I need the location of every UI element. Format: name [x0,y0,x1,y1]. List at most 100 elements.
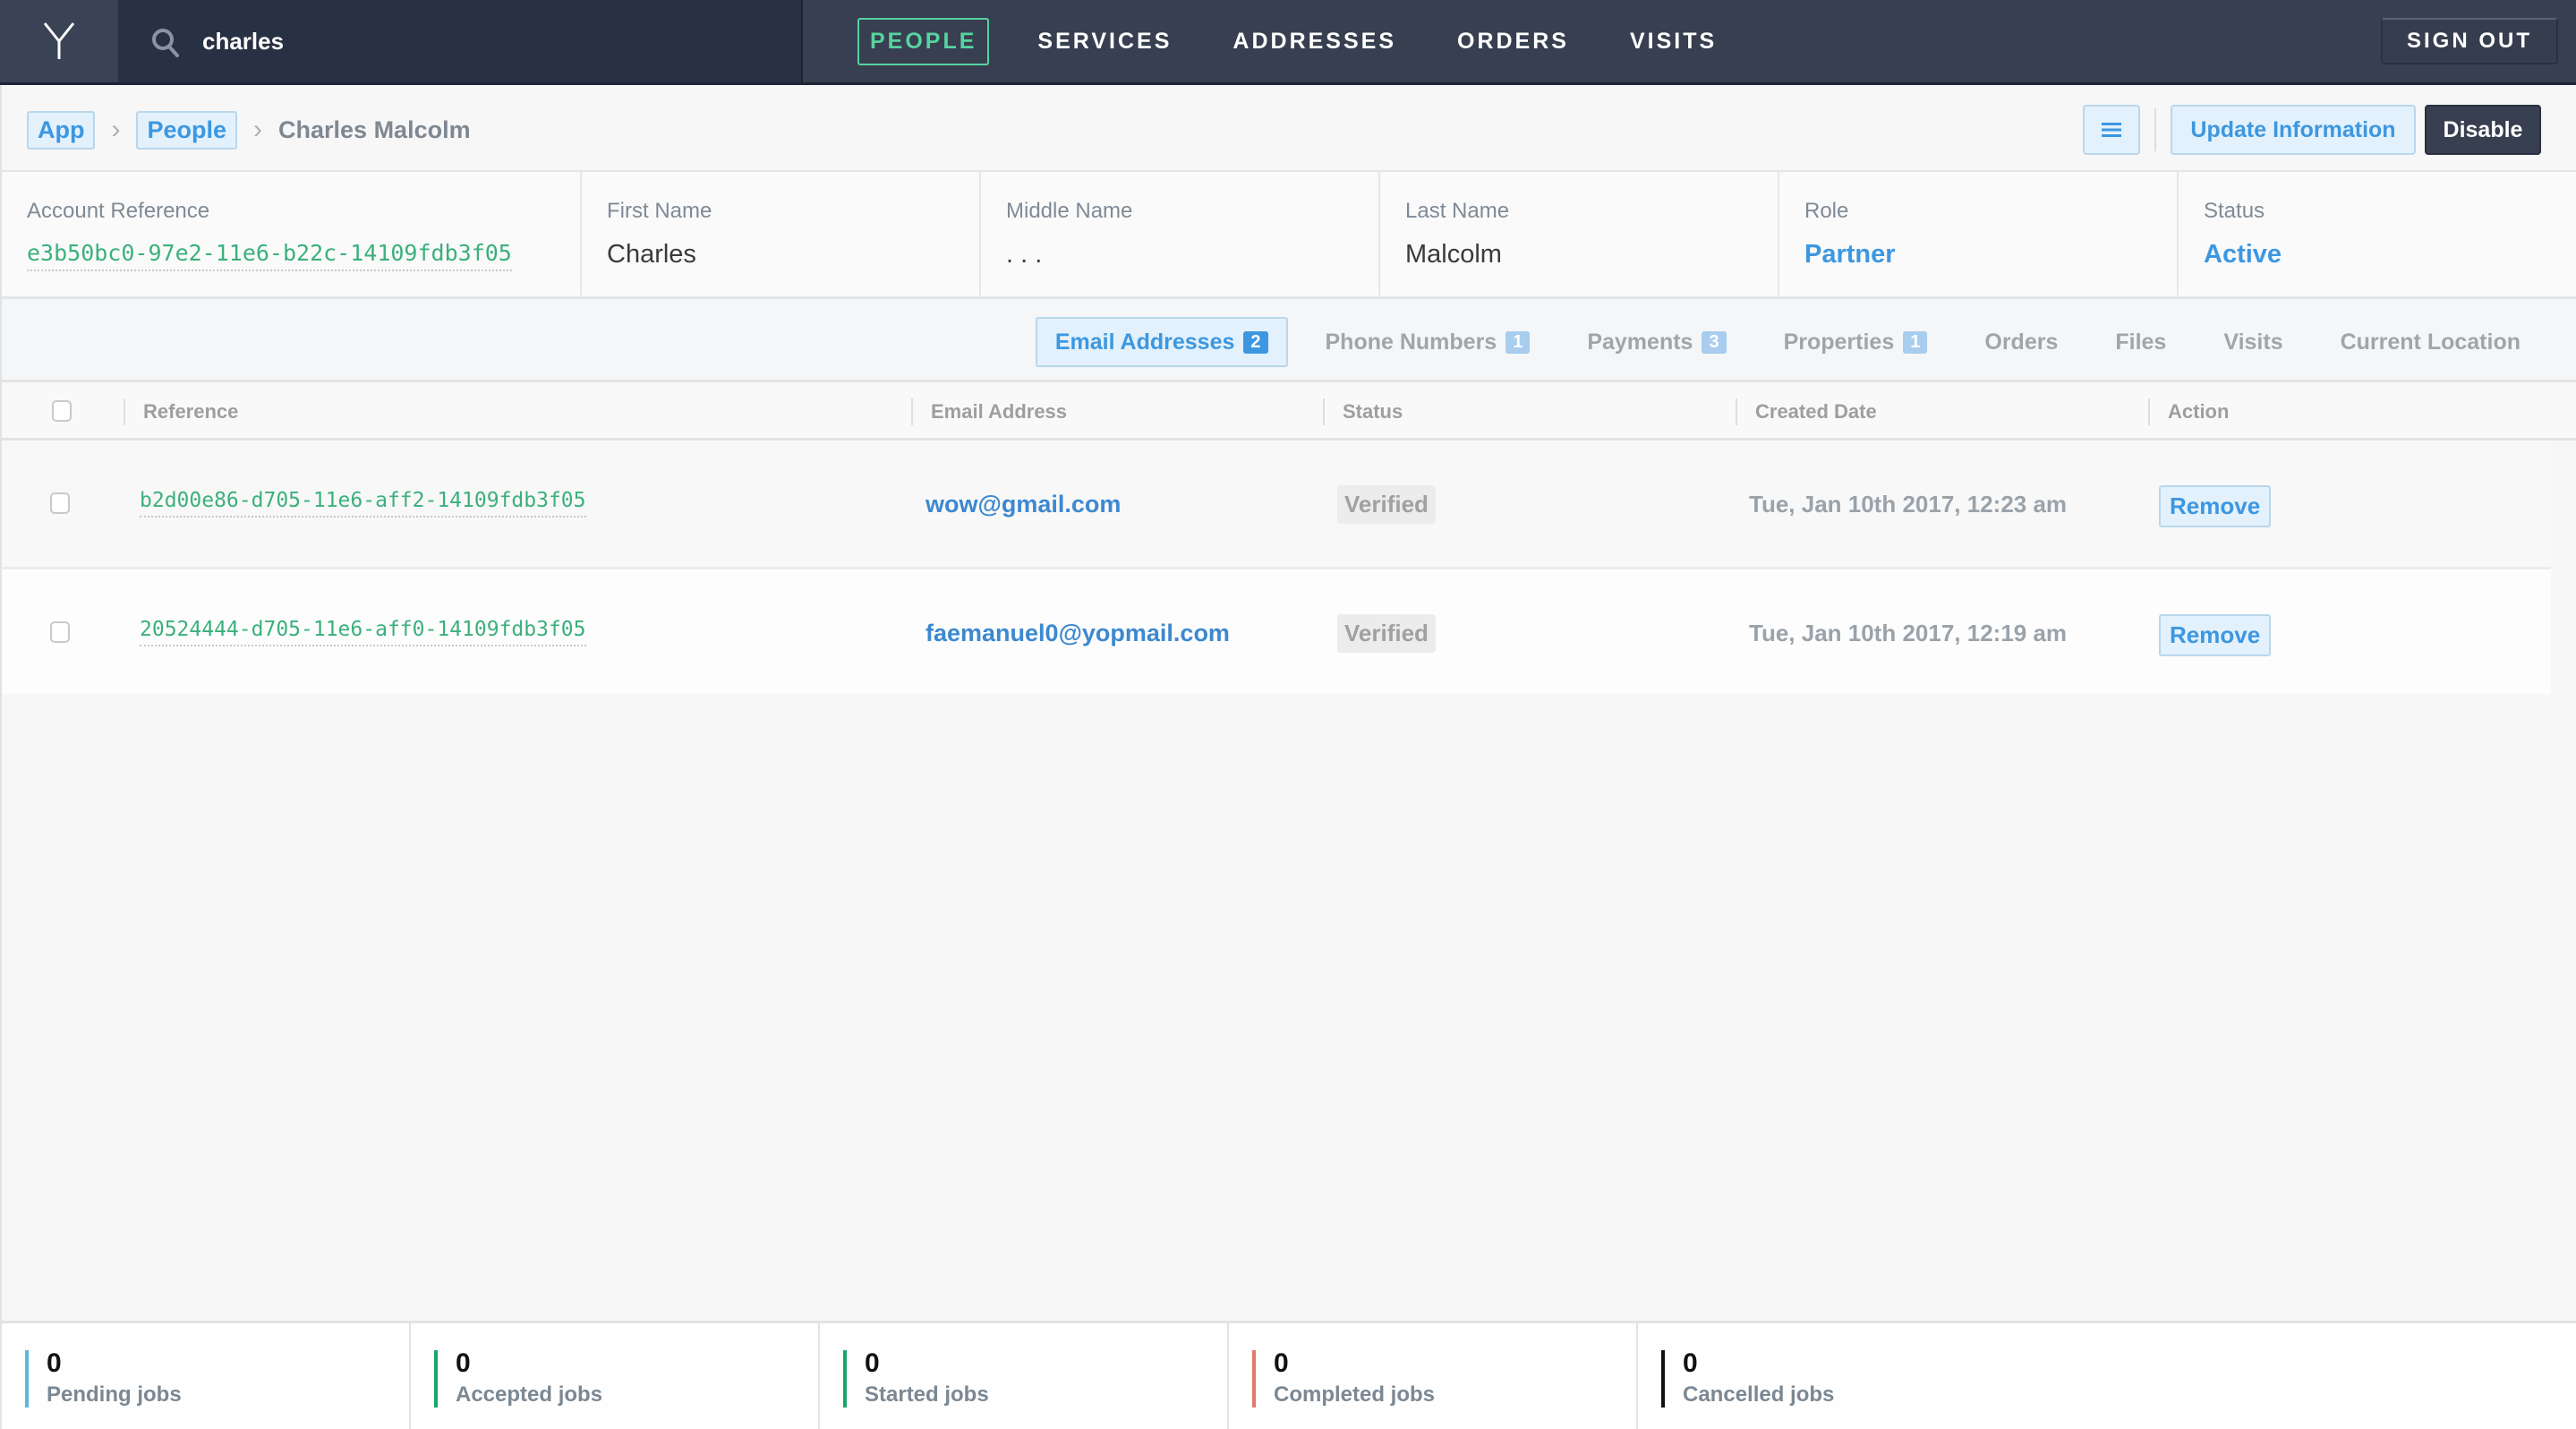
divider [2154,108,2156,151]
app-logo[interactable] [0,0,120,82]
stat-cancelled-jobs: 0 Cancelled jobs [1638,1323,2576,1429]
stat-value: 0 [1683,1348,1698,1378]
reference-link[interactable]: 20524444-d705-11e6-aff0-14109fdb3f05 [140,618,586,646]
tab-label: Visits [2223,329,2283,355]
field-value: Malcolm [1405,240,1502,269]
count-badge: 2 [1243,330,1268,354]
stat-color-bar [843,1350,847,1408]
top-navigation-bar: PEOPLE SERVICES ADDRESSES ORDERS VISITS … [0,0,2576,85]
stat-started-jobs: 0 Started jobs [820,1323,1229,1429]
row-checkbox[interactable] [50,621,70,643]
hamburger-menu-icon [2102,123,2121,137]
stat-accepted-jobs: 0 Accepted jobs [411,1323,820,1429]
tab-label: Email Addresses [1054,329,1235,355]
search-input[interactable] [202,21,739,61]
created-date: Tue, Jan 10th 2017, 12:23 am [1749,491,2068,518]
nav-visits[interactable]: VISITS [1617,18,1729,65]
field-first-name: First Name Charles [582,172,981,296]
column-header-reference[interactable]: Reference [124,398,238,425]
stat-label: Accepted jobs [456,1382,603,1407]
sign-out-button[interactable]: SIGN OUT [2381,18,2558,64]
nav-people[interactable]: PEOPLE [857,17,990,65]
tab-label: Phone Numbers [1325,329,1497,355]
field-role: Role Partner [1779,172,2179,296]
field-label: Account Reference [27,199,210,223]
main-nav: PEOPLE SERVICES ADDRESSES ORDERS VISITS [857,17,1765,65]
field-account-reference: Account Reference e3b50bc0-97e2-11e6-b22… [2,172,582,296]
count-badge: 1 [1903,330,1928,354]
count-badge: 1 [1506,330,1531,354]
created-date: Tue, Jan 10th 2017, 12:19 am [1749,620,2068,646]
menu-button[interactable] [2083,105,2140,155]
breadcrumb-people[interactable]: People [136,110,238,150]
tab-label: Orders [1984,329,2059,355]
empty-content-area [0,694,2576,1321]
nav-services[interactable]: SERVICES [1025,18,1184,65]
table-row: 20524444-d705-11e6-aff0-14109fdb3f05 fae… [0,569,2551,694]
search-icon [152,29,179,57]
role-value[interactable]: Partner [1804,240,2152,270]
breadcrumb-bar: App › People › Charles Malcolm Update In… [0,85,2576,172]
field-label: Last Name [1405,199,1510,223]
tab-label: Properties [1783,329,1895,355]
nav-addresses[interactable]: ADDRESSES [1220,18,1409,65]
tab-files[interactable]: Files [2095,317,2186,367]
field-value: . . . [1006,240,1043,269]
tab-label: Files [2115,329,2167,355]
stat-value: 0 [865,1348,880,1378]
disable-button[interactable]: Disable [2425,105,2541,155]
stat-value: 0 [456,1348,471,1378]
account-reference-link[interactable]: e3b50bc0-97e2-11e6-b22c-14109fdb3f05 [27,240,512,271]
stat-color-bar [1252,1350,1256,1408]
field-label: Role [1804,199,1849,223]
stat-value: 0 [1274,1348,1289,1378]
stat-color-bar [434,1350,438,1408]
email-link[interactable]: wow@gmail.com [925,491,1121,518]
table-row: b2d00e86-d705-11e6-aff2-14109fdb3f05 wow… [0,441,2551,569]
tab-email-addresses[interactable]: Email Addresses 2 [1035,317,1288,367]
search-box [120,0,803,82]
table-header: Reference Email Address Status Created D… [0,382,2576,441]
column-header-email[interactable]: Email Address [911,398,1067,425]
status-badge: Verified [1337,485,1436,524]
tab-orders[interactable]: Orders [1965,317,2077,367]
stat-label: Completed jobs [1274,1382,1436,1407]
field-last-name: Last Name Malcolm [1380,172,1779,296]
breadcrumb-app[interactable]: App [27,110,96,150]
field-value: Charles [607,240,696,269]
row-checkbox[interactable] [50,492,70,514]
remove-button[interactable]: Remove [2159,485,2272,527]
field-label: Middle Name [1006,199,1133,223]
chevron-right-icon: › [111,115,121,144]
email-link[interactable]: faemanuel0@yopmail.com [925,620,1230,647]
column-header-status[interactable]: Status [1323,398,1403,425]
tab-properties[interactable]: Properties 1 [1764,317,1948,367]
nav-orders[interactable]: ORDERS [1445,18,1582,65]
tab-current-location[interactable]: Current Location [2321,317,2540,367]
job-stats-bar: 0 Pending jobs 0 Accepted jobs 0 Started… [0,1321,2576,1429]
chevron-right-icon: › [253,115,263,144]
reference-link[interactable]: b2d00e86-d705-11e6-aff2-14109fdb3f05 [140,489,586,518]
remove-button[interactable]: Remove [2159,614,2272,656]
column-header-action[interactable]: Action [2148,398,2229,425]
stat-completed-jobs: 0 Completed jobs [1229,1323,1638,1429]
stat-color-bar [1661,1350,1665,1408]
column-header-created-date[interactable]: Created Date [1736,398,1877,425]
breadcrumb-current: Charles Malcolm [278,116,471,143]
stat-label: Pending jobs [47,1382,182,1407]
select-all-checkbox[interactable] [52,400,72,422]
status-value[interactable]: Active [2204,240,2551,270]
field-status: Status Active [2179,172,2576,296]
update-information-button[interactable]: Update Information [2171,105,2416,155]
stat-value: 0 [47,1348,62,1378]
stat-color-bar [25,1350,29,1408]
field-label: Status [2204,199,2265,223]
stat-label: Cancelled jobs [1683,1382,1835,1407]
tab-visits[interactable]: Visits [2204,317,2302,367]
stat-pending-jobs: 0 Pending jobs [2,1323,411,1429]
tab-label: Current Location [2340,329,2521,355]
tab-phone-numbers[interactable]: Phone Numbers 1 [1306,317,1550,367]
tab-label: Payments [1587,329,1693,355]
tab-payments[interactable]: Payments 3 [1567,317,1745,367]
person-info-bar: Account Reference e3b50bc0-97e2-11e6-b22… [0,172,2576,299]
